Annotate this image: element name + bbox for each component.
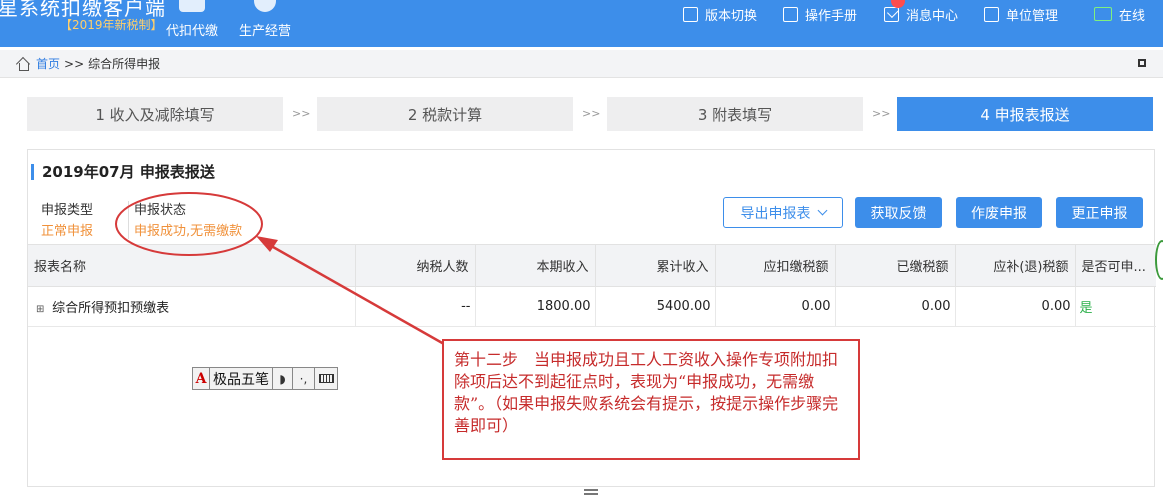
annotation-arrow-line	[265, 241, 445, 346]
annotation-arrow-head	[256, 236, 278, 252]
side-float-icon[interactable]	[1155, 240, 1163, 280]
resize-handle-icon[interactable]	[584, 489, 598, 495]
annotation-note: 第十二步 当申报成功且工人工资收入操作专项附加扣除项后达不到起征点时，表现为“申…	[442, 339, 860, 460]
annotation-ellipse	[115, 192, 263, 256]
